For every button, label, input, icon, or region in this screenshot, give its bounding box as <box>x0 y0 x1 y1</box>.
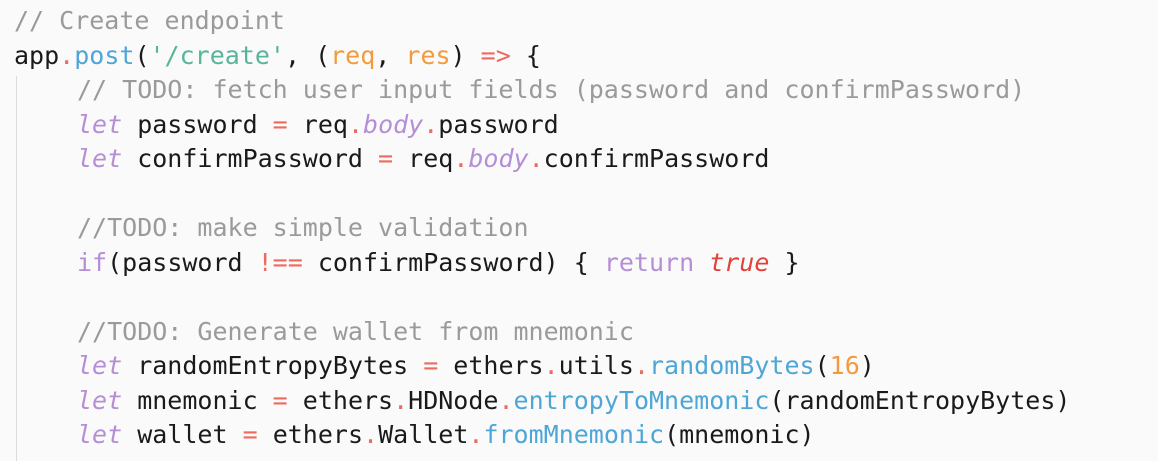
code-line[interactable]: let randomEntropyBytes = ethers.utils.ra… <box>0 349 1158 384</box>
code-token: = <box>272 385 288 415</box>
code-token: . <box>528 144 544 173</box>
code-token: utils <box>558 351 634 380</box>
code-token: ethers <box>257 420 363 449</box>
code-token: let <box>77 144 123 173</box>
code-token: . <box>347 109 364 139</box>
code-token: = <box>423 351 439 380</box>
code-token: req <box>330 40 376 70</box>
code-token: mnemonic <box>122 385 273 415</box>
code-line[interactable]: let confirmPassword = req.body.confirmPa… <box>0 142 1158 177</box>
code-token: if <box>77 247 108 277</box>
code-token: ethers <box>438 351 544 380</box>
code-token: confirmPassword) { <box>302 247 604 277</box>
code-token: return <box>603 247 695 277</box>
code-line[interactable]: let mnemonic = ethers.HDNode.entropyToMn… <box>0 384 1158 419</box>
code-token: req <box>287 109 348 139</box>
code-token: , <box>375 40 406 70</box>
code-line[interactable]: let wallet = ethers.Wallet.fromMnemonic(… <box>0 418 1158 453</box>
code-token: => <box>480 40 511 70</box>
code-token: // TODO: fetch user input fields (passwo… <box>77 75 1026 104</box>
code-token: . <box>498 385 514 415</box>
code-token: , ( <box>284 40 331 70</box>
code-line[interactable]: //TODO: Generate wallet from mnemonic <box>0 315 1158 350</box>
code-token: . <box>633 351 649 380</box>
code-token: Wallet <box>378 420 469 449</box>
code-token: entropyToMnemonic <box>513 385 770 415</box>
code-token: post <box>74 40 135 70</box>
code-token: 16 <box>829 351 860 380</box>
code-token: { <box>510 40 541 70</box>
code-line[interactable]: //TODO: make simple validation <box>0 211 1158 246</box>
code-token: confirmPassword <box>543 144 770 173</box>
code-token: !== <box>257 247 303 277</box>
code-token: randomEntropyBytes <box>122 351 424 380</box>
code-token: (password <box>107 247 258 277</box>
code-token: ethers <box>287 385 394 415</box>
code-lines: // Create endpoint app.post('/create', (r… <box>0 4 1158 453</box>
code-token: req <box>393 144 454 173</box>
code-token: password <box>122 109 273 139</box>
code-token: . <box>468 420 484 449</box>
code-token: } <box>769 247 800 277</box>
code-token: randomBytes <box>649 351 815 380</box>
code-token: //TODO: make simple validation <box>77 213 529 242</box>
code-token: ( <box>814 351 830 380</box>
code-line[interactable]: app.post('/create', (req, res) => { <box>0 39 1158 74</box>
code-token: . <box>423 109 439 139</box>
code-token: . <box>363 420 379 449</box>
code-token: wallet <box>122 420 243 449</box>
code-token: ( <box>134 40 150 70</box>
code-token: = <box>242 420 258 449</box>
code-line[interactable] <box>0 280 1158 315</box>
code-token: fromMnemonic <box>483 420 665 449</box>
code-token: . <box>453 144 469 173</box>
code-token: ) <box>450 40 481 70</box>
code-token: '/create' <box>149 40 285 70</box>
code-token: // Create endpoint <box>14 6 285 35</box>
code-token: let <box>77 109 123 139</box>
code-token: . <box>543 351 559 380</box>
code-token: true <box>709 247 770 277</box>
code-line[interactable]: let password = req.body.password <box>0 108 1158 143</box>
code-token: . <box>393 385 409 415</box>
code-token: password <box>438 109 559 139</box>
code-token: HDNode <box>408 385 499 415</box>
code-token: = <box>378 144 394 173</box>
code-editor[interactable]: // Create endpoint app.post('/create', (r… <box>0 0 1158 461</box>
code-token: //TODO: Generate wallet from mnemonic <box>77 316 634 346</box>
code-token: body <box>468 144 529 173</box>
code-token: (mnemonic) <box>664 420 815 449</box>
code-line[interactable] <box>0 177 1158 212</box>
code-token: body <box>363 109 424 139</box>
code-line[interactable]: // TODO: fetch user input fields (passwo… <box>0 73 1158 108</box>
code-token: res <box>405 40 451 70</box>
code-line[interactable]: // Create endpoint <box>0 4 1158 39</box>
code-token: . <box>59 40 75 70</box>
code-token: ) <box>859 351 875 380</box>
code-token: let <box>77 351 123 380</box>
code-line[interactable]: if(password !== confirmPassword) { retur… <box>0 246 1158 281</box>
code-token: app <box>14 40 60 70</box>
code-token: = <box>272 109 288 139</box>
code-token: let <box>77 420 123 449</box>
code-token: confirmPassword <box>122 144 379 173</box>
code-token: let <box>77 385 123 415</box>
code-token: (randomEntropyBytes) <box>769 385 1071 415</box>
